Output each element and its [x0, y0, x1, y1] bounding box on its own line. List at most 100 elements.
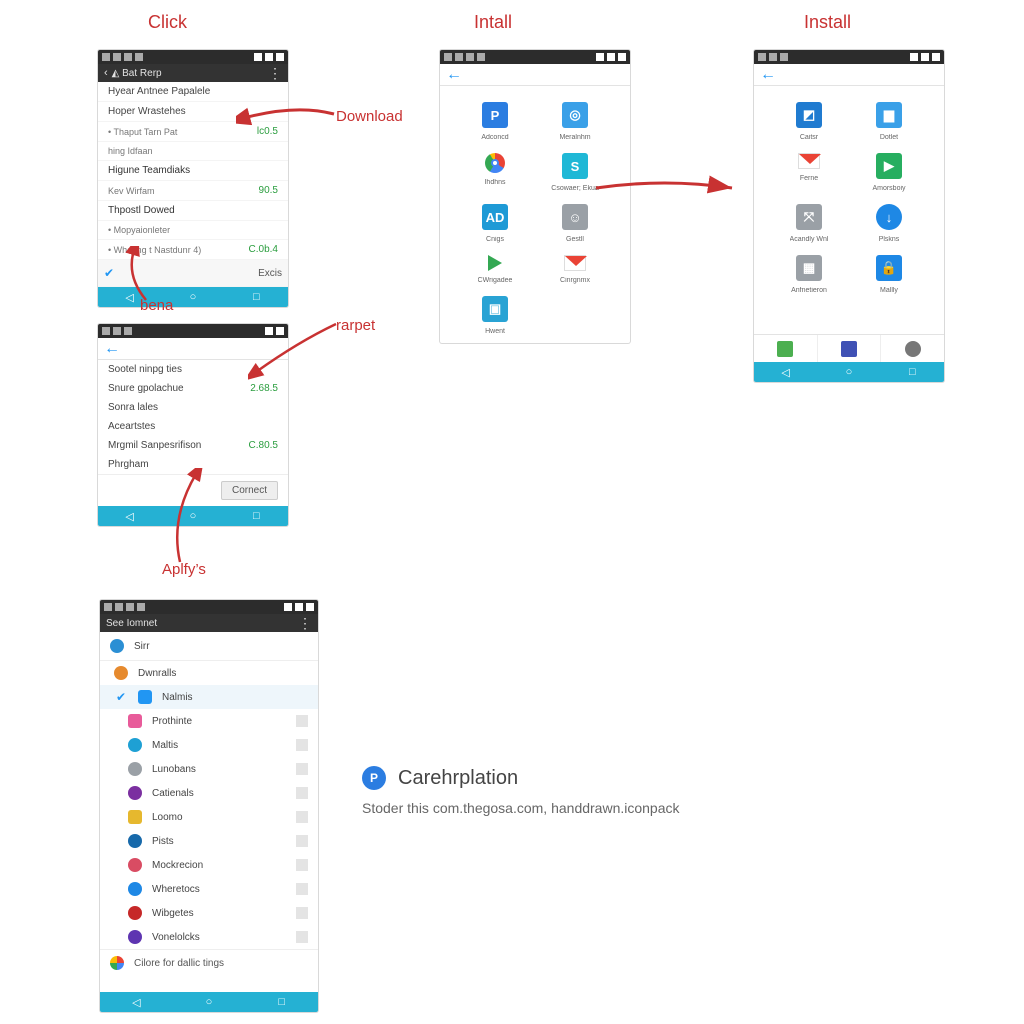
- list-item[interactable]: Maltis: [100, 733, 318, 757]
- app-item[interactable]: ADCnigs: [458, 204, 532, 243]
- app-item[interactable]: ☺Gestll: [538, 204, 612, 243]
- app-title: See Iomnet: [106, 618, 157, 629]
- row-label: Hoper Wrastehes: [108, 106, 186, 117]
- app-bar: ←: [440, 64, 630, 86]
- overflow-icon[interactable]: ⋮: [298, 615, 312, 632]
- heading-install-1: Intall: [474, 12, 512, 33]
- app-item[interactable]: Ihdhns: [458, 153, 532, 192]
- app-item[interactable]: ▶Amorsboiy: [852, 153, 926, 192]
- nav-home-icon[interactable]: ○: [188, 291, 198, 303]
- back-icon[interactable]: ‹: [104, 67, 108, 79]
- list-item[interactable]: Lunobans: [100, 757, 318, 781]
- list-item[interactable]: Prothinte: [100, 709, 318, 733]
- nav-bar: ◁ ○ □: [754, 362, 944, 382]
- nav-recent-icon[interactable]: □: [251, 291, 261, 303]
- list-item[interactable]: Mockrecion: [100, 853, 318, 877]
- list-row[interactable]: Mrgmil SanpesrifisonC.80.5: [98, 436, 288, 455]
- tab-2[interactable]: [818, 335, 882, 362]
- checkbox[interactable]: [296, 835, 308, 847]
- checkbox[interactable]: [296, 739, 308, 751]
- sb-icon: [758, 53, 766, 61]
- list-row[interactable]: • Mopyaionleter: [98, 221, 288, 240]
- nav-back-icon[interactable]: ◁: [125, 510, 135, 523]
- app-label: Plskns: [879, 236, 900, 243]
- list-item[interactable]: Wheretocs: [100, 877, 318, 901]
- battery-icon: [306, 603, 314, 611]
- checkbox[interactable]: [296, 859, 308, 871]
- top-row[interactable]: Sirr: [100, 632, 318, 661]
- item-label: Prothinte: [152, 716, 286, 727]
- list-item[interactable]: Dwnralls: [100, 661, 318, 685]
- checkbox[interactable]: [296, 883, 308, 895]
- item-label: Dwnralls: [138, 668, 308, 679]
- list-item[interactable]: Wibgetes: [100, 901, 318, 925]
- row-label: • Thaput Tarn Pat: [108, 127, 177, 137]
- top-label: Sirr: [134, 641, 308, 652]
- heading-install-2: Install: [804, 12, 851, 33]
- list-row[interactable]: Aceartstes: [98, 417, 288, 436]
- app-item[interactable]: ◩Caitsr: [772, 102, 846, 141]
- checkbox[interactable]: [296, 787, 308, 799]
- list-item[interactable]: Catienals: [100, 781, 318, 805]
- connect-button[interactable]: Cornect: [221, 481, 278, 500]
- list-item[interactable]: ✔Nalmis: [100, 685, 318, 709]
- back-icon[interactable]: ←: [760, 66, 776, 84]
- sb-icon: [137, 603, 145, 611]
- item-label: Vonelolcks: [152, 932, 286, 943]
- app-grid: ◩Caitsr▆DotletFerne▶Amorsboiy⤧Acandly Wn…: [754, 86, 944, 334]
- tab-3[interactable]: [881, 335, 944, 362]
- sb-icon: [124, 327, 132, 335]
- app-item[interactable]: Cinrgnmx: [538, 255, 612, 284]
- wifi-icon: [607, 53, 615, 61]
- nav-recent-icon[interactable]: □: [907, 366, 917, 378]
- arrow-bena: [116, 246, 166, 306]
- app-item[interactable]: Ferne: [772, 153, 846, 192]
- tab-1[interactable]: [754, 335, 818, 362]
- app-item[interactable]: 🔒Mallly: [852, 255, 926, 294]
- app-icon: [128, 762, 142, 776]
- app-label: Hwent: [485, 328, 505, 335]
- list-item[interactable]: Vonelolcks: [100, 925, 318, 949]
- checkbox[interactable]: [296, 715, 308, 727]
- nav-recent-icon[interactable]: □: [277, 996, 287, 1008]
- nav-home-icon[interactable]: ○: [204, 996, 214, 1008]
- app-label: Adconcd: [481, 134, 508, 141]
- app-item[interactable]: ▣Hwent: [458, 296, 532, 335]
- list-item[interactable]: Loomo: [100, 805, 318, 829]
- overflow-icon[interactable]: ⋮: [268, 65, 282, 82]
- nav-back-icon[interactable]: ◁: [781, 366, 791, 379]
- row-label: Phrgham: [108, 459, 149, 470]
- list-row[interactable]: Thpostl Dowed: [98, 201, 288, 221]
- app-item[interactable]: PAdconcd: [458, 102, 532, 141]
- list-row[interactable]: Sonra lales: [98, 398, 288, 417]
- anno-download: Download: [336, 108, 403, 125]
- caption-icon: P: [362, 766, 386, 790]
- back-icon[interactable]: ←: [446, 66, 462, 84]
- nav-back-icon[interactable]: ◁: [131, 996, 141, 1009]
- list-row[interactable]: Kev Wirfam90.5: [98, 181, 288, 201]
- app-item[interactable]: ⤧Acandly Wnl: [772, 204, 846, 243]
- list-item[interactable]: Pists: [100, 829, 318, 853]
- nav-home-icon[interactable]: ○: [844, 366, 854, 378]
- checkbox[interactable]: [296, 763, 308, 775]
- list-row[interactable]: Higune Teamdiaks: [98, 161, 288, 181]
- item-label: Wibgetes: [152, 908, 286, 919]
- checkbox[interactable]: [296, 811, 308, 823]
- checkbox[interactable]: [296, 931, 308, 943]
- app-item[interactable]: ↓Plskns: [852, 204, 926, 243]
- status-bar: [440, 50, 630, 64]
- item-label: Wheretocs: [152, 884, 286, 895]
- app-item[interactable]: CWrigadee: [458, 255, 532, 284]
- list-body: Sirr Dwnralls ✔Nalmis Prothinte MaltisLunob…: [100, 632, 318, 992]
- app-item[interactable]: ▦Anfnetieron: [772, 255, 846, 294]
- sb-icon: [102, 53, 110, 61]
- checkbox[interactable]: [296, 907, 308, 919]
- back-icon[interactable]: ←: [104, 340, 120, 358]
- app-icon: [128, 906, 142, 920]
- tab-icon: [841, 341, 857, 357]
- nav-recent-icon[interactable]: □: [251, 510, 261, 522]
- list-row[interactable]: hing Idfaan: [98, 142, 288, 161]
- app-item[interactable]: ▆Dotlet: [852, 102, 926, 141]
- app-item[interactable]: ◎Meralnhm: [538, 102, 612, 141]
- last-row[interactable]: Cilore for dallic tings: [100, 949, 318, 976]
